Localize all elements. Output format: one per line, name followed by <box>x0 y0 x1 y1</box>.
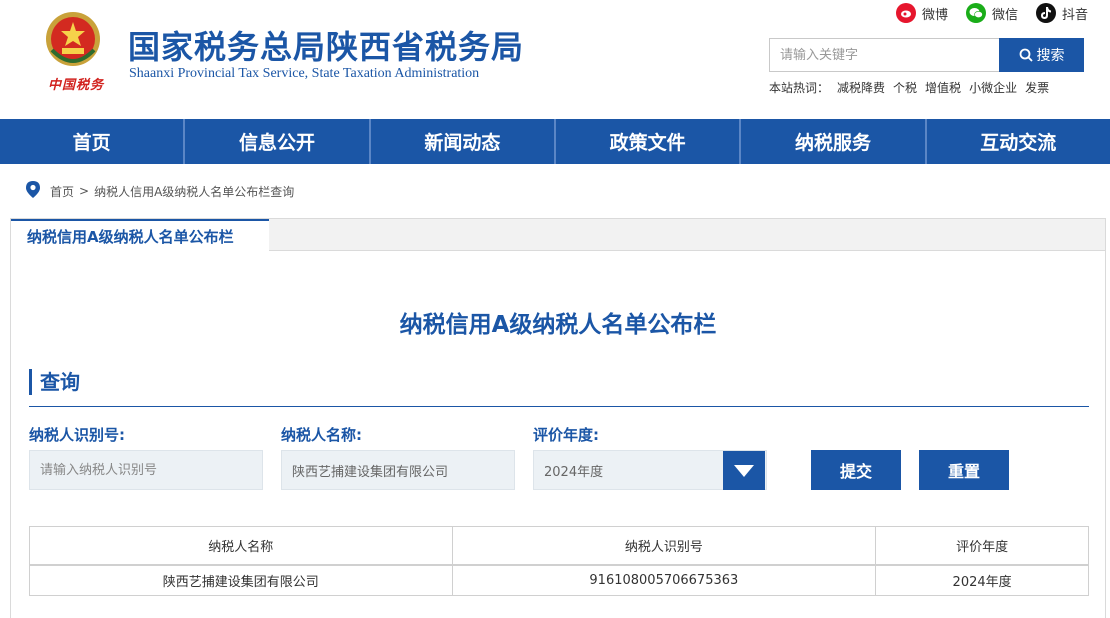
breadcrumb-current: 纳税人信用A级纳税人名单公布栏查询 <box>94 184 295 199</box>
hot-word-link[interactable]: 个税 <box>893 79 917 96</box>
nav-item-home[interactable]: 首页 <box>0 119 186 164</box>
column-header-year: 评价年度 <box>875 526 1089 565</box>
tax-emblem-logo[interactable] <box>44 10 102 68</box>
weibo-icon <box>896 3 916 23</box>
social-wechat[interactable]: 微信 <box>966 3 1018 23</box>
table-header-row: 纳税人名称 纳税人识别号 评价年度 <box>29 526 1089 565</box>
social-douyin[interactable]: 抖音 <box>1036 3 1088 23</box>
site-title[interactable]: 国家税务总局陕西省税务局 <box>128 22 524 68</box>
hot-word-link[interactable]: 发票 <box>1025 79 1049 96</box>
social-weibo-label: 微博 <box>922 7 949 23</box>
cell-taxpayer-id: 916108005706675363 <box>451 564 877 596</box>
hot-words-label: 本站热词： <box>769 81 830 95</box>
breadcrumb-separator: > <box>79 184 90 198</box>
section-divider <box>29 406 1089 407</box>
content-panel: 纳税信用A级纳税人名单公布栏 纳税信用A级纳税人名单公布栏 查询 纳税人识别号:… <box>10 218 1106 618</box>
search-icon <box>1019 48 1033 62</box>
main-nav: 首页 信息公开 新闻动态 政策文件 纳税服务 互动交流 <box>0 119 1110 164</box>
hot-words: 本站热词： 减税降费 个税 增值税 小微企业 发票 <box>769 79 1049 96</box>
result-table: 纳税人名称 纳税人识别号 评价年度 陕西艺捕建设集团有限公司 916108005… <box>29 526 1089 596</box>
search-input[interactable] <box>769 38 1000 72</box>
section-title-query: 查询 <box>29 369 80 395</box>
douyin-icon <box>1036 3 1056 23</box>
hot-word-link[interactable]: 减税降费 <box>837 79 885 96</box>
tab-a-level-list[interactable]: 纳税信用A级纳税人名单公布栏 <box>11 219 269 252</box>
table-row: 陕西艺捕建设集团有限公司 916108005706675363 2024年度 <box>29 564 1089 596</box>
chevron-down-icon <box>734 464 754 477</box>
submit-button[interactable]: 提交 <box>811 450 901 490</box>
search-button-label: 搜索 <box>1036 48 1065 64</box>
taxpayer-name-label: 纳税人名称: <box>281 426 362 444</box>
wechat-icon <box>966 3 986 23</box>
cell-taxpayer-name: 陕西艺捕建设集团有限公司 <box>29 564 453 596</box>
reset-button[interactable]: 重置 <box>919 450 1009 490</box>
taxpayer-id-input[interactable] <box>29 450 263 490</box>
eval-year-label: 评价年度: <box>533 426 599 444</box>
nav-item-info-disclosure[interactable]: 信息公开 <box>185 119 371 164</box>
page-heading: 纳税信用A级纳税人名单公布栏 <box>399 312 717 338</box>
cell-eval-year: 2024年度 <box>875 564 1089 596</box>
column-header-name: 纳税人名称 <box>29 526 453 565</box>
taxpayer-name-input[interactable]: 陕西艺捕建设集团有限公司 <box>281 450 515 490</box>
breadcrumb-home[interactable]: 首页 <box>50 183 74 200</box>
hot-word-link[interactable]: 增值税 <box>925 79 961 96</box>
site-header: 中国税务 国家税务总局陕西省税务局 Shaanxi Provincial Tax… <box>0 0 1110 119</box>
column-header-id: 纳税人识别号 <box>451 526 877 565</box>
social-wechat-label: 微信 <box>992 7 1019 23</box>
nav-item-news[interactable]: 新闻动态 <box>371 119 556 164</box>
logo-subtitle: 中国税务 <box>48 78 105 93</box>
nav-item-tax-service[interactable]: 纳税服务 <box>741 119 927 164</box>
year-dropdown-button[interactable] <box>723 451 765 490</box>
nav-item-policy[interactable]: 政策文件 <box>556 119 742 164</box>
breadcrumb: 首页 > 纳税人信用A级纳税人名单公布栏查询 <box>26 181 295 201</box>
social-weibo[interactable]: 微博 <box>896 3 948 23</box>
site-title-en: Shaanxi Provincial Tax Service, State Ta… <box>129 66 480 81</box>
social-douyin-label: 抖音 <box>1062 7 1089 23</box>
hot-word-link[interactable]: 小微企业 <box>969 79 1017 96</box>
taxpayer-id-label: 纳税人识别号: <box>29 426 125 444</box>
location-pin-icon <box>26 181 40 201</box>
search-button[interactable]: 搜索 <box>999 38 1084 72</box>
nav-item-interaction[interactable]: 互动交流 <box>927 119 1110 164</box>
